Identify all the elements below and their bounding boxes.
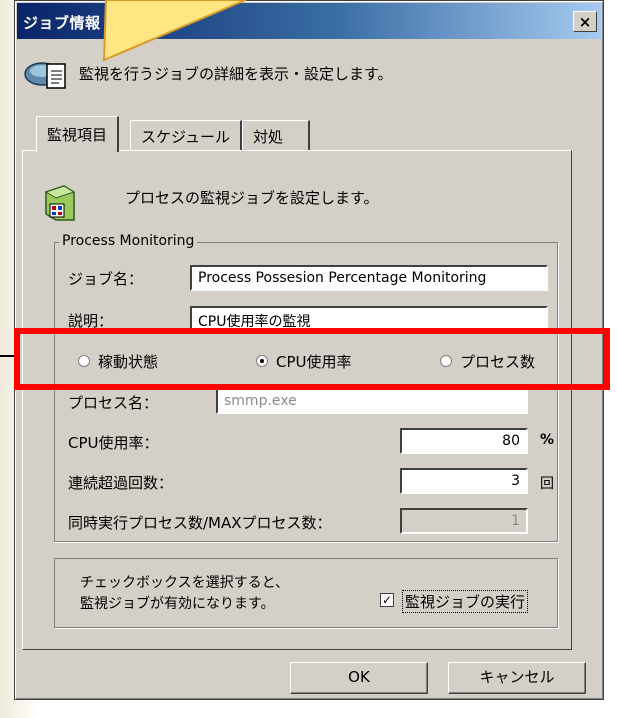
process-count-field: 1 <box>400 508 528 534</box>
cancel-button[interactable]: キャンセル <box>448 662 586 694</box>
job-name-label: ジョブ名： <box>68 270 144 288</box>
overflow-count-field[interactable]: 3 <box>400 468 528 494</box>
tab-monitoring[interactable]: 監視項目 <box>36 116 120 152</box>
cpu-usage-field[interactable]: 80 <box>400 428 528 454</box>
callout-arrow <box>102 0 247 62</box>
close-button[interactable]: × <box>573 11 597 32</box>
cpu-usage-label: CPU使用率： <box>68 434 159 452</box>
cpu-unit: % <box>540 432 555 448</box>
check-note-line2: 監視ジョブが有効になります。 <box>80 596 275 612</box>
highlight-box <box>14 328 610 390</box>
run-job-checkbox[interactable]: ✓ <box>380 593 394 607</box>
process-name-field[interactable]: smmp.exe <box>216 388 528 414</box>
run-job-label[interactable]: 監視ジョブの実行 <box>402 590 529 613</box>
process-icon <box>44 185 76 221</box>
process-count-label: 同時実行プロセス数/MAXプロセス数： <box>68 514 332 532</box>
process-name-label: プロセス名： <box>68 394 159 412</box>
ok-button[interactable]: OK <box>290 662 428 694</box>
header-description: 監視を行うジョブの詳細を表示・設定します。 <box>79 65 393 83</box>
pointer-line <box>0 355 14 357</box>
job-document-icon <box>24 62 66 89</box>
check-note-line1: チェックボックスを選択すると、 <box>80 575 290 591</box>
job-name-field[interactable]: Process Possesion Percentage Monitoring <box>190 265 548 291</box>
panel-description: プロセスの監視ジョブを設定します。 <box>125 189 379 207</box>
tab-schedule[interactable]: スケジュール <box>130 120 242 150</box>
tab-action[interactable]: 対処 <box>242 120 310 150</box>
group-title: Process Monitoring <box>59 233 198 249</box>
overflow-count-label: 連続超過回数： <box>68 474 174 492</box>
overflow-unit: 回 <box>540 476 554 492</box>
